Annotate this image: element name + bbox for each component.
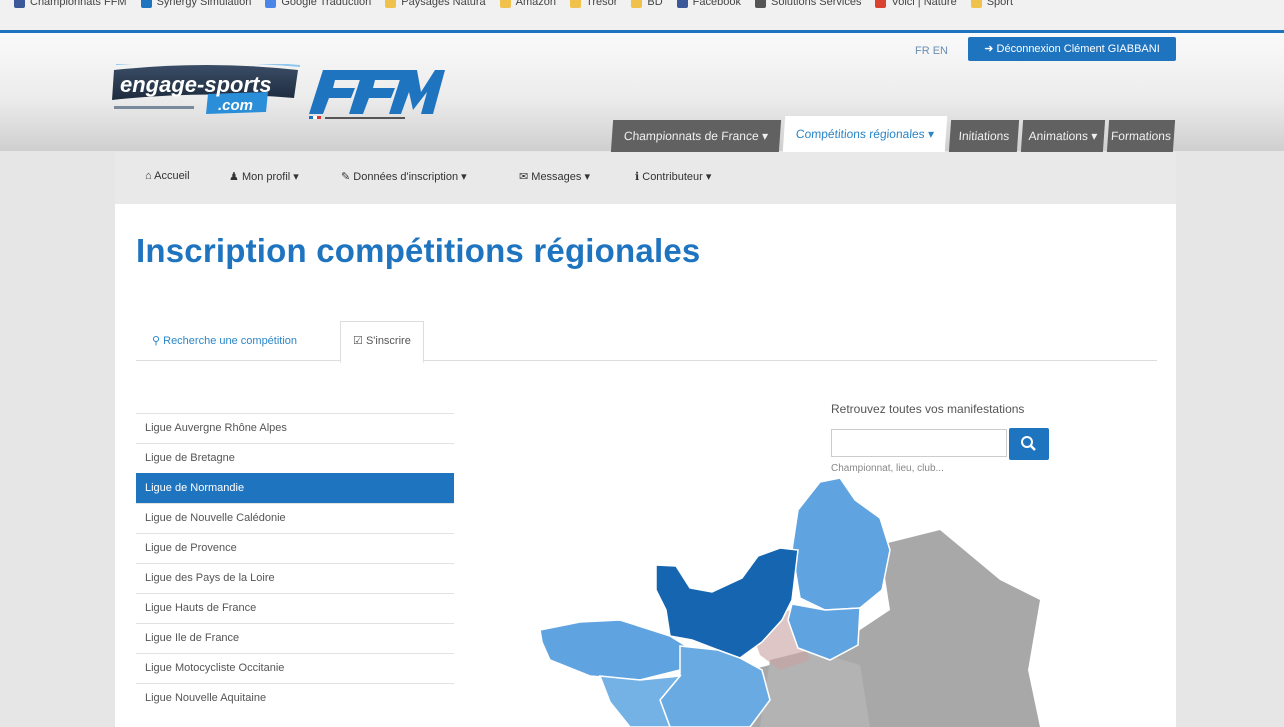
tabs-divider [136, 360, 1157, 361]
bookmark-item[interactable]: Sport [970, 0, 1014, 9]
bookmark-label: Paysages Natura [401, 0, 486, 8]
nav-label: Contributeur ▾ [642, 171, 712, 183]
logout-button[interactable]: ➜ Déconnexion Clément GIABBANI [968, 37, 1176, 61]
tab-label: S'inscrire [365, 335, 411, 347]
bookmark-label: Solutions Services [770, 0, 862, 8]
bookmark-label: Amazon [515, 0, 557, 8]
bookmark-item[interactable]: Google Traduction [265, 0, 371, 9]
bookmarks-bar: Championnats FFM Synergy Simulation Google… [0, 0, 1284, 33]
tab-label: Recherche une compétition [163, 335, 298, 347]
bookmark-item[interactable]: Voici | Nature [875, 0, 957, 9]
engage-sports-logo[interactable]: engage-sports .com [108, 64, 301, 116]
translate-icon [265, 0, 277, 8]
nav-contributeur[interactable]: ℹ Contributeur ▾ [635, 170, 711, 183]
nav-label: Données d'inscription ▾ [353, 171, 467, 183]
bookmark-label: Trésor [586, 0, 618, 8]
league-item[interactable]: Ligue de Nouvelle Calédonie [136, 503, 454, 533]
bookmark-label: Synergy Simulation [156, 0, 252, 8]
bookmark-label: Voici | Nature [891, 0, 957, 8]
nav-mon-profil[interactable]: ♟ Mon profil ▾ [229, 170, 299, 183]
facebook-icon [676, 0, 688, 8]
bookmark-label: Championnats FFM [30, 0, 127, 8]
nav-messages[interactable]: ✉ Messages ▾ [519, 170, 590, 183]
search-icon [1021, 436, 1036, 451]
globe-icon [754, 0, 766, 8]
svg-text:engage-sports: engage-sports [120, 72, 272, 97]
folder-icon [385, 0, 397, 8]
nav-accueil[interactable]: ⌂ Accueil [145, 170, 190, 182]
tab-sinscrire[interactable]: ☑ S'inscrire [340, 321, 424, 363]
svg-text:.com: .com [218, 97, 253, 114]
region-bretagne[interactable] [539, 619, 687, 681]
language-switcher[interactable]: FR EN [915, 45, 948, 57]
league-item[interactable]: Ligue Ile de France [136, 623, 454, 653]
nav-label: Mon profil ▾ [241, 171, 299, 183]
bookmark-label: Google Traduction [281, 0, 372, 8]
home-icon: ⌂ [145, 170, 152, 182]
league-item[interactable]: Ligue Auvergne Rhône Alpes [136, 413, 454, 443]
tab-animations[interactable]: Animations ▾ [1020, 120, 1106, 152]
league-item[interactable]: Ligue de Provence [136, 533, 454, 563]
ffm-logo[interactable] [305, 62, 445, 122]
page-title: Inscription compétitions régionales [136, 232, 701, 269]
league-item[interactable]: Ligue Hauts de France [136, 593, 454, 623]
nav-label: Accueil [154, 170, 190, 182]
league-item[interactable]: Ligue Motocycliste Occitanie [136, 653, 454, 683]
search-icon: ⚲ [152, 335, 161, 347]
edit-icon: ☑ [353, 335, 363, 347]
folder-icon [499, 0, 511, 8]
folder-icon [570, 0, 582, 8]
bookmark-item[interactable]: Amazon [499, 0, 557, 9]
folder-icon [631, 0, 643, 8]
envelope-icon: ✉ [519, 171, 529, 183]
league-list: Ligue Auvergne Rhône Alpes Ligue de Bret… [136, 413, 454, 713]
search-button[interactable] [1009, 428, 1049, 460]
user-nav-bar: ⌂ Accueil ♟ Mon profil ▾ ✎ Données d'ins… [115, 152, 1176, 204]
region-hauts-de-france[interactable] [791, 477, 891, 611]
bookmark-item[interactable]: Championnats FFM [14, 0, 127, 9]
info-icon: ℹ [635, 171, 640, 183]
bookmark-icon [875, 0, 887, 8]
bookmark-item[interactable]: Synergy Simulation [140, 0, 252, 9]
league-item[interactable]: Ligue des Pays de la Loire [136, 563, 454, 593]
search-input[interactable] [831, 429, 1007, 457]
pencil-icon: ✎ [341, 171, 351, 183]
nav-donnees-inscription[interactable]: ✎ Données d'inscription ▾ [341, 170, 467, 183]
league-item-selected[interactable]: Ligue de Normandie [136, 473, 454, 503]
search-label: Retrouvez toutes vos manifestations [831, 402, 1025, 416]
folder-icon [970, 0, 982, 8]
bookmark-label: BD [647, 0, 663, 8]
user-icon: ♟ [229, 171, 239, 183]
league-item[interactable]: Ligue de Bretagne [136, 443, 454, 473]
bookmark-item[interactable]: Paysages Natura [385, 0, 486, 9]
region-map[interactable] [480, 470, 1080, 727]
bookmark-item[interactable]: Facebook [676, 0, 741, 9]
bookmark-item[interactable]: Solutions Services [754, 0, 862, 9]
tab-formations[interactable]: Formations [1106, 120, 1176, 152]
bookmark-item[interactable]: Trésor [570, 0, 617, 9]
bookmark-icon [140, 0, 152, 8]
bookmark-item[interactable]: BD [631, 0, 663, 9]
tab-initiations[interactable]: Initiations [948, 120, 1020, 152]
logout-icon: ➜ [984, 43, 997, 55]
tab-championnats-de-france[interactable]: Championnats de France ▾ [610, 120, 782, 152]
nav-label: Messages ▾ [531, 171, 590, 183]
bookmark-label: Sport [986, 0, 1014, 8]
facebook-icon [14, 0, 25, 8]
league-item[interactable]: Ligue Nouvelle Aquitaine [136, 683, 454, 713]
tab-recherche-competition[interactable]: ⚲ Recherche une compétition [140, 322, 309, 360]
tab-competitions-regionales[interactable]: Compétitions régionales ▾ [782, 116, 948, 152]
bookmark-label: Facebook [692, 0, 741, 8]
logout-label: Déconnexion Clément GIABBANI [996, 43, 1160, 55]
